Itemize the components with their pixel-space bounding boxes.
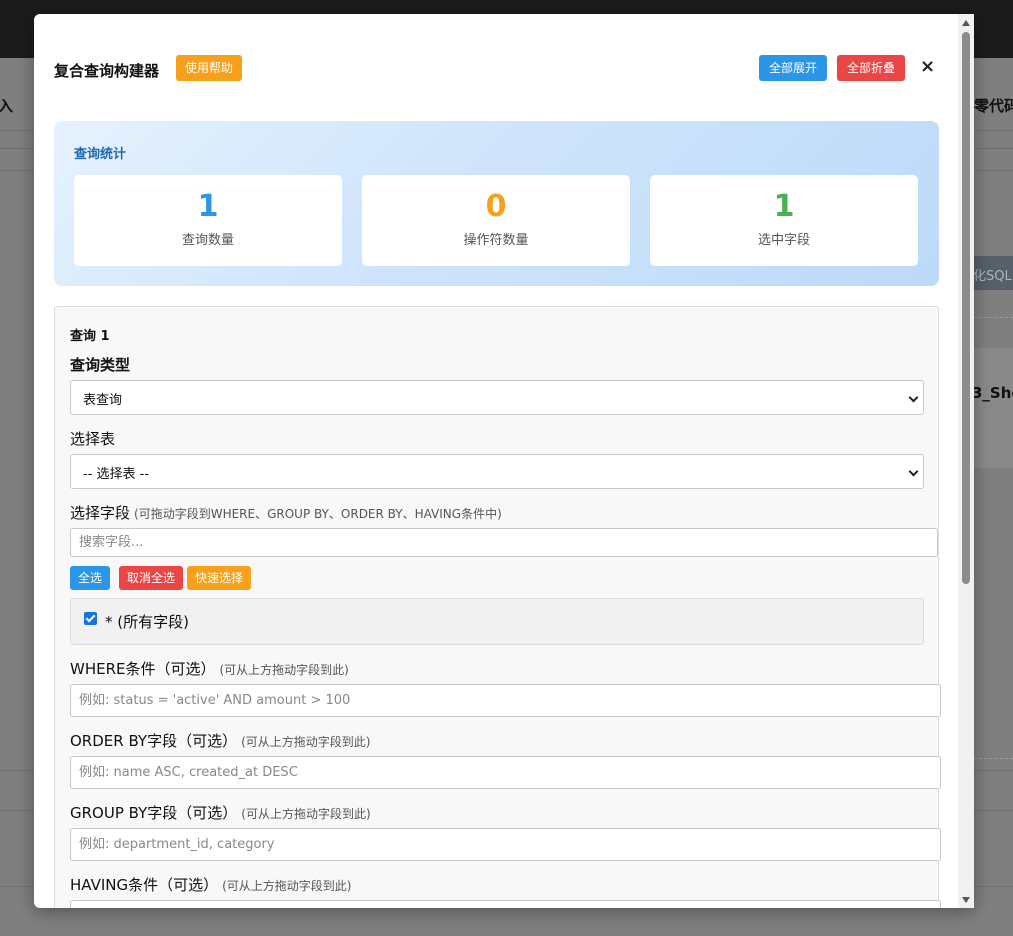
quick-select-button[interactable]: 快速选择 [187,566,252,590]
where-label: WHERE条件（可选） [70,660,216,678]
where-label-row: WHERE条件（可选） (可从上方拖动字段到此) [70,658,349,679]
field-list: * (所有字段) [70,598,924,645]
select-all-button[interactable]: 全选 [70,566,111,590]
collapse-all-button[interactable]: 全部折叠 [837,55,905,81]
query-builder-modal: 复合查询构建器 使用帮助 全部展开 全部折叠 × 查询统计 1 查询数量 0 操… [34,14,974,908]
query-panel: 查询 1 查询类型 表查询 选择表 -- 选择表 -- 选择字段 (可拖动字段到W… [54,306,941,908]
group-by-hint: (可从上方拖动字段到此) [241,807,371,821]
query-stats-panel: 查询统计 1 查询数量 0 操作符数量 1 选中字段 [54,121,939,286]
having-label: HAVING条件（可选） [70,876,219,894]
chevron-down-icon [908,466,919,477]
order-by-input[interactable]: 例如: name ASC, created_at DESC [70,756,941,789]
background-card-text: 3_She [972,384,1013,402]
having-label-row: HAVING条件（可选） (可从上方拖动字段到此) [70,874,352,895]
having-input[interactable] [70,900,941,908]
fields-label: 选择字段 [70,504,131,522]
table-label: 选择表 [70,430,116,448]
field-search-input[interactable]: 搜索字段... [70,528,938,557]
background-left-text: 入 [0,97,14,115]
query-title: 查询 1 [70,329,110,344]
query-type-value: 表查询 [83,393,123,408]
all-fields-label: * (所有字段) [105,613,189,631]
stat-label: 查询数量 [181,233,234,248]
modal-header: 复合查询构建器 使用帮助 全部展开 全部折叠 × [54,54,944,82]
scroll-thumb[interactable] [962,32,970,584]
deselect-all-button[interactable]: 取消全选 [119,566,184,590]
modal-scrollbar[interactable] [958,14,974,908]
where-input[interactable]: 例如: status = 'active' AND amount > 100 [70,684,941,717]
stat-value: 0 [485,189,507,224]
background-dashed-line [974,317,1013,318]
table-select[interactable]: -- 选择表 -- [70,454,924,489]
stat-value: 1 [773,189,795,224]
close-icon[interactable]: × [920,57,935,77]
background-sql-button: 化SQL [973,256,1013,290]
query-type-label: 查询类型 [70,356,131,374]
help-button[interactable]: 使用帮助 [176,55,243,81]
background-card [973,348,1013,468]
background-right-text: 零代码 [974,97,1013,115]
all-fields-checkbox[interactable] [84,612,97,625]
stats-title: 查询统计 [74,147,127,162]
stat-value: 1 [197,189,219,224]
stat-label: 选中字段 [757,233,810,248]
modal-title: 复合查询构建器 [54,62,160,80]
group-by-input[interactable]: 例如: department_id, category [70,828,941,861]
fields-label-row: 选择字段 (可拖动字段到WHERE、GROUP BY、ORDER BY、HAVIN… [70,502,502,523]
stat-card-selected-fields: 1 选中字段 [650,175,918,266]
order-by-label-row: ORDER BY字段（可选） (可从上方拖动字段到此) [70,730,370,751]
order-by-label: ORDER BY字段（可选） [70,732,238,750]
group-by-label-row: GROUP BY字段（可选） (可从上方拖动字段到此) [70,802,371,823]
stat-label: 操作符数量 [463,233,529,248]
fields-hint: (可拖动字段到WHERE、GROUP BY、ORDER BY、HAVING条件中… [134,507,502,521]
expand-all-button[interactable]: 全部展开 [759,55,827,81]
order-by-hint: (可从上方拖动字段到此) [241,735,371,749]
where-hint: (可从上方拖动字段到此) [219,663,349,677]
chevron-down-icon [908,392,919,403]
scroll-up-icon[interactable] [962,20,970,26]
background-dashed-line [974,758,1013,759]
table-select-value: -- 选择表 -- [83,467,150,482]
scroll-down-icon[interactable] [962,897,970,903]
having-hint: (可从上方拖动字段到此) [222,879,352,893]
group-by-label: GROUP BY字段（可选） [70,804,238,822]
stat-card-query-count: 1 查询数量 [74,175,342,266]
stat-card-operator-count: 0 操作符数量 [362,175,630,266]
query-type-select[interactable]: 表查询 [70,380,924,415]
